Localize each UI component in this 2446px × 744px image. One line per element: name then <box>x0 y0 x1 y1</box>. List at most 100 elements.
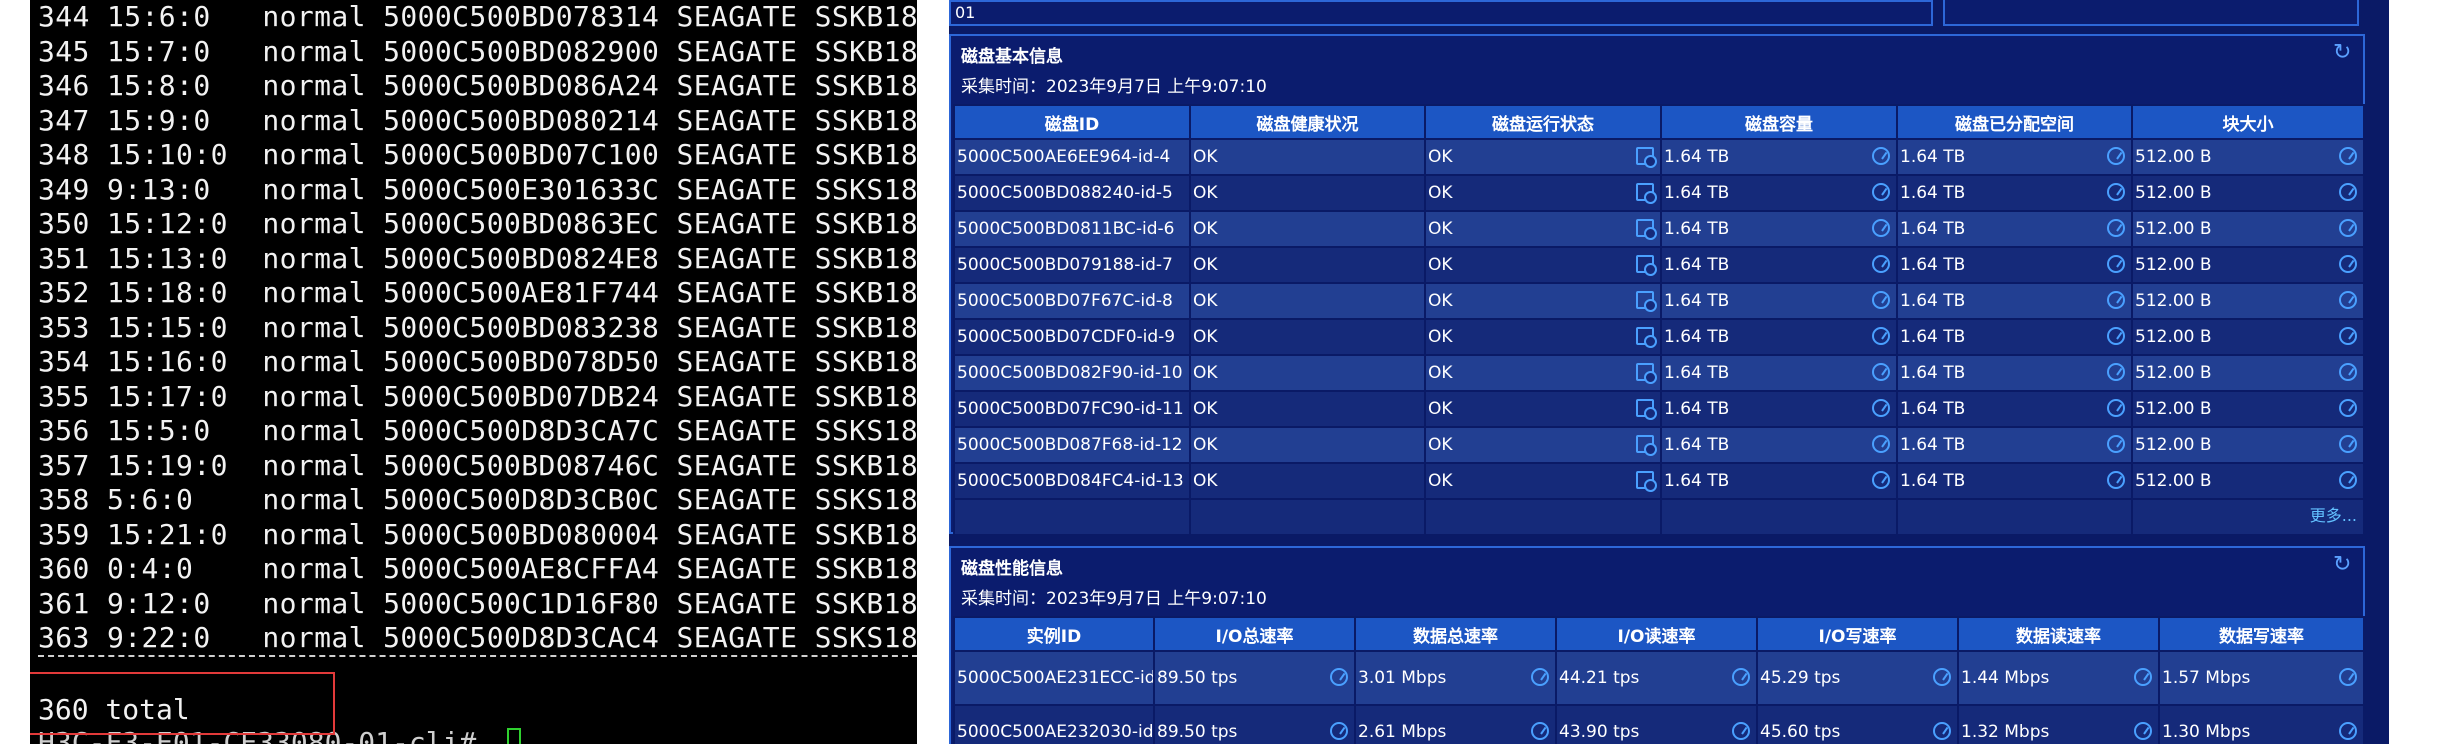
chart-icon[interactable] <box>1933 722 1951 740</box>
settings-icon[interactable] <box>1636 435 1657 456</box>
column-header[interactable]: 磁盘运行状态 <box>1424 104 1662 140</box>
column-header[interactable]: 磁盘ID <box>953 104 1191 140</box>
cell-text: 1.64 TB <box>1900 219 1966 239</box>
chart-icon[interactable] <box>2339 255 2357 273</box>
chart-icon[interactable] <box>1531 722 1549 740</box>
chart-icon[interactable] <box>1872 219 1890 237</box>
chart-icon[interactable] <box>2339 471 2357 489</box>
table-row[interactable]: 5000C500BD07CDF0-id-9 OK OK 1.64 TB 1.64 TB 5… <box>953 318 2365 356</box>
cell-text: 45.29 tps <box>1760 668 1841 688</box>
chart-icon[interactable] <box>2339 219 2357 237</box>
chart-icon[interactable] <box>2339 435 2357 453</box>
chart-icon[interactable] <box>2339 147 2357 165</box>
column-header[interactable]: I/O总速率 <box>1153 616 1356 652</box>
table-cell: 89.50 tps <box>1153 650 1356 706</box>
chart-icon[interactable] <box>1330 668 1348 686</box>
table-row[interactable]: 5000C500BD088240-id-5 OK OK 1.64 TB 1.64 TB 5… <box>953 174 2365 212</box>
chart-icon[interactable] <box>1872 435 1890 453</box>
table-row[interactable]: 5000C500BD087F68-id-12 OK OK 1.64 TB 1.64 TB… <box>953 426 2365 464</box>
column-header[interactable]: 磁盘健康状况 <box>1189 104 1426 140</box>
chart-icon[interactable] <box>1872 471 1890 489</box>
refresh-icon[interactable]: ↻ <box>2333 42 2355 64</box>
settings-icon[interactable] <box>1636 363 1657 384</box>
settings-icon[interactable] <box>1636 147 1657 168</box>
settings-icon[interactable] <box>1636 291 1657 312</box>
chart-icon[interactable] <box>2107 399 2125 417</box>
column-header[interactable]: I/O读速率 <box>1555 616 1758 652</box>
column-header[interactable]: 数据总速率 <box>1354 616 1557 652</box>
table-cell: 1.64 TB <box>1660 138 1898 176</box>
settings-icon[interactable] <box>1636 471 1657 492</box>
chart-icon[interactable] <box>2339 363 2357 381</box>
settings-icon[interactable] <box>1636 219 1657 240</box>
cell-text: 512.00 B <box>2135 471 2212 491</box>
column-header[interactable]: 数据写速率 <box>2158 616 2365 652</box>
chart-icon[interactable] <box>2339 327 2357 345</box>
chart-icon[interactable] <box>1933 668 1951 686</box>
chart-icon[interactable] <box>2107 219 2125 237</box>
column-header[interactable]: 磁盘容量 <box>1660 104 1898 140</box>
table-cell: OK <box>1424 174 1662 212</box>
chart-icon[interactable] <box>1872 255 1890 273</box>
column-header[interactable]: I/O写速率 <box>1756 616 1959 652</box>
table-row[interactable]: 5000C500BD079188-id-7 OK OK 1.64 TB 1.64 TB 5… <box>953 246 2365 284</box>
settings-icon[interactable] <box>1636 183 1657 204</box>
table-cell: 5000C500AE6EE964-id-4 <box>953 138 1191 176</box>
cell-text: OK <box>1428 363 1453 383</box>
chart-icon[interactable] <box>2339 183 2357 201</box>
table-row[interactable]: 5000C500AE231ECC-id -14189.50 tps 3.01 Mb… <box>953 650 2365 706</box>
chart-icon[interactable] <box>1330 722 1348 740</box>
table-row[interactable]: 5000C500BD07F67C-id-8 OK OK 1.64 TB 1.64 TB 5… <box>953 282 2365 320</box>
column-header[interactable]: 实例ID <box>953 616 1155 652</box>
chart-icon[interactable] <box>1872 327 1890 345</box>
terminal-window[interactable]: 344 15:6:0 normal 5000C500BD078314 SEAGA… <box>0 0 917 744</box>
more-link[interactable]: 更多... <box>2310 502 2357 526</box>
cell-text: OK <box>1193 147 1218 167</box>
refresh-icon[interactable]: ↻ <box>2333 554 2355 576</box>
chart-icon[interactable] <box>2107 363 2125 381</box>
table-row[interactable]: 5000C500BD0811BC-id-6 OK OK 1.64 TB 1.64 TB 5… <box>953 210 2365 248</box>
chart-icon[interactable] <box>2107 471 2125 489</box>
table-row[interactable]: 5000C500BD07FC90-id-11 OK OK 1.64 TB 1.64 TB… <box>953 390 2365 428</box>
chart-icon[interactable] <box>2339 399 2357 417</box>
chart-icon[interactable] <box>1872 183 1890 201</box>
cell-text: 512.00 B <box>2135 399 2212 419</box>
chart-icon[interactable] <box>2107 255 2125 273</box>
settings-icon[interactable] <box>1636 399 1657 420</box>
chart-icon[interactable] <box>1872 399 1890 417</box>
cell-text: OK <box>1428 255 1453 275</box>
chart-icon[interactable] <box>1531 668 1549 686</box>
chart-icon[interactable] <box>2339 722 2357 740</box>
chart-icon[interactable] <box>1872 147 1890 165</box>
table-row[interactable]: 5000C500BD084FC4-id-13 OK OK 1.64 TB 1.64 TB… <box>953 462 2365 500</box>
chart-icon[interactable] <box>2107 327 2125 345</box>
chart-icon[interactable] <box>2339 668 2357 686</box>
settings-icon[interactable] <box>1636 255 1657 276</box>
column-header[interactable]: 磁盘已分配空间 <box>1896 104 2133 140</box>
chart-icon[interactable] <box>1872 291 1890 309</box>
chart-icon[interactable] <box>1732 668 1750 686</box>
table-row[interactable]: 5000C500AE6EE964-id-4 OK OK 1.64 TB 1.64 TB 5… <box>953 138 2365 176</box>
chart-icon[interactable] <box>2107 435 2125 453</box>
chart-icon[interactable] <box>1732 722 1750 740</box>
previous-table-fragment: 01 <box>949 0 1933 26</box>
table-cell: 5000C500BD07CDF0-id-9 <box>953 318 1191 356</box>
column-header[interactable]: 数据读速率 <box>1957 616 2160 652</box>
chart-icon[interactable] <box>2339 291 2357 309</box>
chart-icon[interactable] <box>2107 147 2125 165</box>
chart-icon[interactable] <box>1872 363 1890 381</box>
table-row[interactable]: 5000C500AE232030-id 89.50 tps 2.61 Mbps 43.… <box>953 704 2365 744</box>
cell-text: 1.57 Mbps <box>2162 668 2251 688</box>
chart-icon[interactable] <box>2134 668 2152 686</box>
cell-text: 1.64 TB <box>1900 183 1966 203</box>
terminal-line: 353 15:15:0 normal 5000C500BD083238 SEAG… <box>38 310 917 344</box>
settings-icon[interactable] <box>1636 327 1657 348</box>
table-row[interactable]: 5000C500BD082F90-id-10 OK OK 1.64 TB 1.64 TB… <box>953 354 2365 392</box>
fragment-cell-text: 01 <box>955 3 976 22</box>
chart-icon[interactable] <box>2134 722 2152 740</box>
table-cell: OK <box>1424 138 1662 176</box>
column-header[interactable]: 块大小 <box>2131 104 2365 140</box>
chart-icon[interactable] <box>2107 291 2125 309</box>
chart-icon[interactable] <box>2107 183 2125 201</box>
table-cell: 5000C500AE232030-id <box>953 704 1155 744</box>
